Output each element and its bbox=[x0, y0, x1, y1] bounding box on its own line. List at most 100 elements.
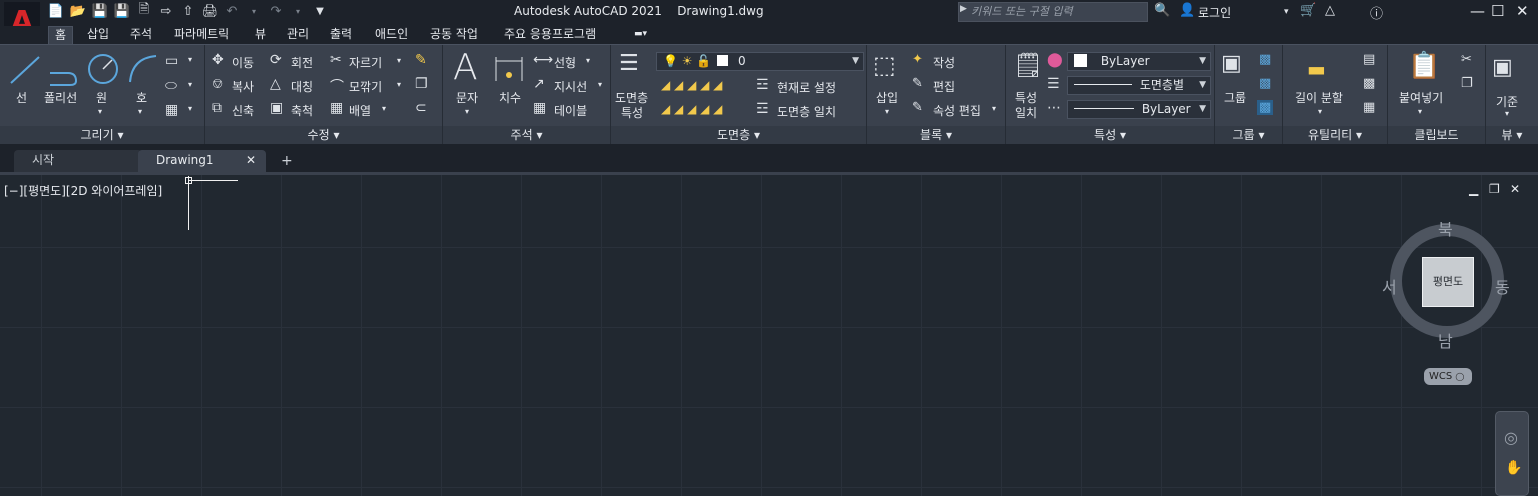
rectangle-icon[interactable]: ▭ bbox=[165, 53, 178, 69]
save-as-icon[interactable]: 💾 bbox=[114, 3, 130, 19]
panel-draw-title[interactable]: 그리기 ▾ bbox=[0, 126, 204, 145]
redo-dropdown-icon[interactable]: ▾ bbox=[290, 3, 306, 19]
measure-dropdown-icon[interactable]: ▾ bbox=[1318, 107, 1322, 116]
linetype-dropdown[interactable]: ByLayer ▼ bbox=[1067, 100, 1211, 119]
edit-attributes-icon[interactable]: ✎ bbox=[912, 100, 923, 115]
match-layer-icon[interactable]: ☲ bbox=[756, 101, 769, 117]
login-button[interactable]: 로그인 bbox=[1198, 4, 1231, 21]
trim-icon[interactable]: ✂ bbox=[330, 52, 342, 68]
linear-icon[interactable]: ⟷ bbox=[533, 52, 553, 68]
circle-icon[interactable] bbox=[86, 52, 120, 86]
rectangle-dropdown-icon[interactable]: ▾ bbox=[188, 55, 192, 64]
search-input[interactable]: 키워드 또는 구절 입력 bbox=[958, 2, 1148, 22]
search-expand-icon[interactable]: ▶ bbox=[960, 4, 967, 14]
print-icon[interactable]: 🖨 bbox=[202, 3, 219, 19]
leader-dropdown-icon[interactable]: ▾ bbox=[598, 80, 602, 89]
dimension-button[interactable]: 치수 bbox=[499, 89, 521, 106]
set-current-button[interactable]: 현재로 설정 bbox=[777, 79, 836, 96]
tab-insert[interactable]: 삽입 bbox=[81, 26, 115, 44]
ribbon-minimize-icon[interactable]: ▬▾ bbox=[628, 26, 653, 44]
start-tab[interactable]: 시작 bbox=[14, 150, 142, 172]
viewcube-south[interactable]: 남 bbox=[1438, 328, 1453, 352]
panel-view-title[interactable]: 뷰 ▾ bbox=[1486, 126, 1538, 145]
tab-addins[interactable]: 애드인 bbox=[369, 26, 414, 44]
copy-icon[interactable]: ⎊ bbox=[212, 76, 223, 92]
close-icon[interactable]: ✕ bbox=[1516, 2, 1529, 20]
layer-tools-row1-icons[interactable]: ◢ ◢ ◢ ◢ ◢ bbox=[661, 78, 722, 92]
viewcube-top-face[interactable]: 평면도 bbox=[1422, 257, 1474, 307]
rotate-button[interactable]: 회전 bbox=[291, 54, 313, 71]
pan-icon[interactable]: ✋ bbox=[1505, 460, 1522, 476]
linear-button[interactable]: 선형 bbox=[554, 54, 576, 71]
navigation-bar[interactable]: ◎ ✋ bbox=[1495, 411, 1529, 496]
viewport-minimize-icon[interactable]: ▁ bbox=[1469, 182, 1478, 196]
fillet-button[interactable]: 모깎기 bbox=[349, 78, 382, 95]
publish-icon[interactable]: 🗎 bbox=[136, 2, 152, 19]
erase-icon[interactable]: ✎ bbox=[415, 52, 427, 68]
ellipse-dropdown-icon[interactable]: ▾ bbox=[188, 80, 192, 89]
match-layer-button[interactable]: 도면층 일치 bbox=[777, 103, 836, 120]
undo-dropdown-icon[interactable]: ▾ bbox=[246, 3, 262, 19]
offset-icon[interactable]: ⊂ bbox=[415, 100, 427, 116]
measure-icon[interactable]: ▬ bbox=[1307, 57, 1326, 81]
arc-button[interactable]: 호 bbox=[136, 89, 147, 106]
panel-block-title[interactable]: 블록 ▾ bbox=[867, 126, 1005, 145]
panel-annotation-title[interactable]: 주석 ▾ bbox=[443, 126, 610, 145]
move-button[interactable]: 이동 bbox=[232, 54, 254, 71]
insert-block-button[interactable]: 삽입 bbox=[876, 89, 898, 106]
layer-properties-icon[interactable]: ☰ bbox=[619, 51, 639, 76]
paste-button[interactable]: 붙여넣기 bbox=[1399, 89, 1443, 106]
insert-dropdown-icon[interactable]: ▾ bbox=[885, 107, 889, 116]
fillet-icon[interactable]: ⌒ bbox=[330, 76, 344, 96]
fillet-dropdown-icon[interactable]: ▾ bbox=[397, 80, 401, 89]
line-icon[interactable] bbox=[8, 53, 42, 87]
base-view-button[interactable]: 기준 bbox=[1496, 93, 1518, 110]
panel-utilities-title[interactable]: 유틸리티 ▾ bbox=[1283, 126, 1387, 145]
export-icon[interactable]: ⇧ bbox=[180, 3, 196, 19]
copy-clip-icon[interactable]: ❐ bbox=[1461, 76, 1473, 91]
tab-view[interactable]: 뷰 bbox=[249, 26, 272, 44]
hatch-icon[interactable]: ▦ bbox=[165, 102, 178, 118]
array-icon[interactable]: ▦ bbox=[330, 100, 343, 116]
tab-parametric[interactable]: 파라메트릭 bbox=[168, 26, 235, 44]
open-icon[interactable]: 📂 bbox=[70, 3, 86, 19]
array-dropdown-icon[interactable]: ▾ bbox=[382, 104, 386, 113]
undo-icon[interactable]: ↶ bbox=[224, 3, 240, 19]
tab-home[interactable]: 홈 bbox=[48, 26, 74, 44]
viewport-restore-icon[interactable]: ❐ bbox=[1489, 182, 1500, 196]
move-icon[interactable]: ✥ bbox=[212, 52, 224, 68]
viewcube-west[interactable]: 서 bbox=[1382, 274, 1397, 298]
scale-button[interactable]: 축척 bbox=[291, 102, 313, 119]
cart-icon[interactable]: 🛒 bbox=[1300, 3, 1316, 18]
new-tab-icon[interactable]: + bbox=[281, 153, 293, 169]
create-block-icon[interactable]: ✦ bbox=[912, 52, 923, 67]
layer-dropdown[interactable]: 💡 ☀ 🔓 0 ▼ bbox=[656, 52, 864, 71]
scale-icon[interactable]: ▣ bbox=[270, 100, 283, 116]
mirror-button[interactable]: 대칭 bbox=[291, 78, 313, 95]
set-current-icon[interactable]: ☲ bbox=[756, 77, 769, 93]
tab-featured-apps[interactable]: 주요 응용프로그램 bbox=[498, 26, 602, 44]
polyline-button[interactable]: 폴리선 bbox=[44, 89, 77, 106]
match-properties-icon[interactable]: 🗒 bbox=[1013, 51, 1043, 79]
create-block-button[interactable]: 작성 bbox=[933, 54, 955, 71]
arc-dropdown-icon[interactable]: ▾ bbox=[138, 107, 142, 116]
viewport-controls-label[interactable]: [−][평면도][2D 와이어프레임] bbox=[4, 182, 162, 199]
paste-icon[interactable]: 📋 bbox=[1408, 51, 1440, 81]
close-tab-icon[interactable]: ✕ bbox=[246, 150, 256, 170]
drawing-canvas[interactable] bbox=[0, 172, 1538, 496]
edit-block-icon[interactable]: ✎ bbox=[912, 76, 923, 91]
table-icon[interactable]: ▦ bbox=[533, 100, 546, 116]
insert-block-icon[interactable]: ⬚ bbox=[873, 51, 896, 79]
explode-icon[interactable]: ❐ bbox=[415, 76, 428, 92]
drawing1-tab[interactable]: Drawing1 ✕ bbox=[138, 150, 266, 172]
array-button[interactable]: 배열 bbox=[349, 102, 371, 119]
circle-dropdown-icon[interactable]: ▾ bbox=[98, 107, 102, 116]
cut-icon[interactable]: ✂ bbox=[1461, 52, 1472, 67]
group-icon[interactable]: ▣ bbox=[1221, 51, 1242, 76]
circle-button[interactable]: 원 bbox=[96, 89, 107, 106]
save-icon[interactable]: 💾 bbox=[92, 3, 108, 19]
steering-wheel-icon[interactable]: ◎ bbox=[1504, 428, 1518, 447]
leader-button[interactable]: 지시선 bbox=[554, 78, 587, 95]
edit-attributes-button[interactable]: 속성 편집 bbox=[933, 102, 981, 119]
panel-modify-title[interactable]: 수정 ▾ bbox=[205, 126, 442, 145]
